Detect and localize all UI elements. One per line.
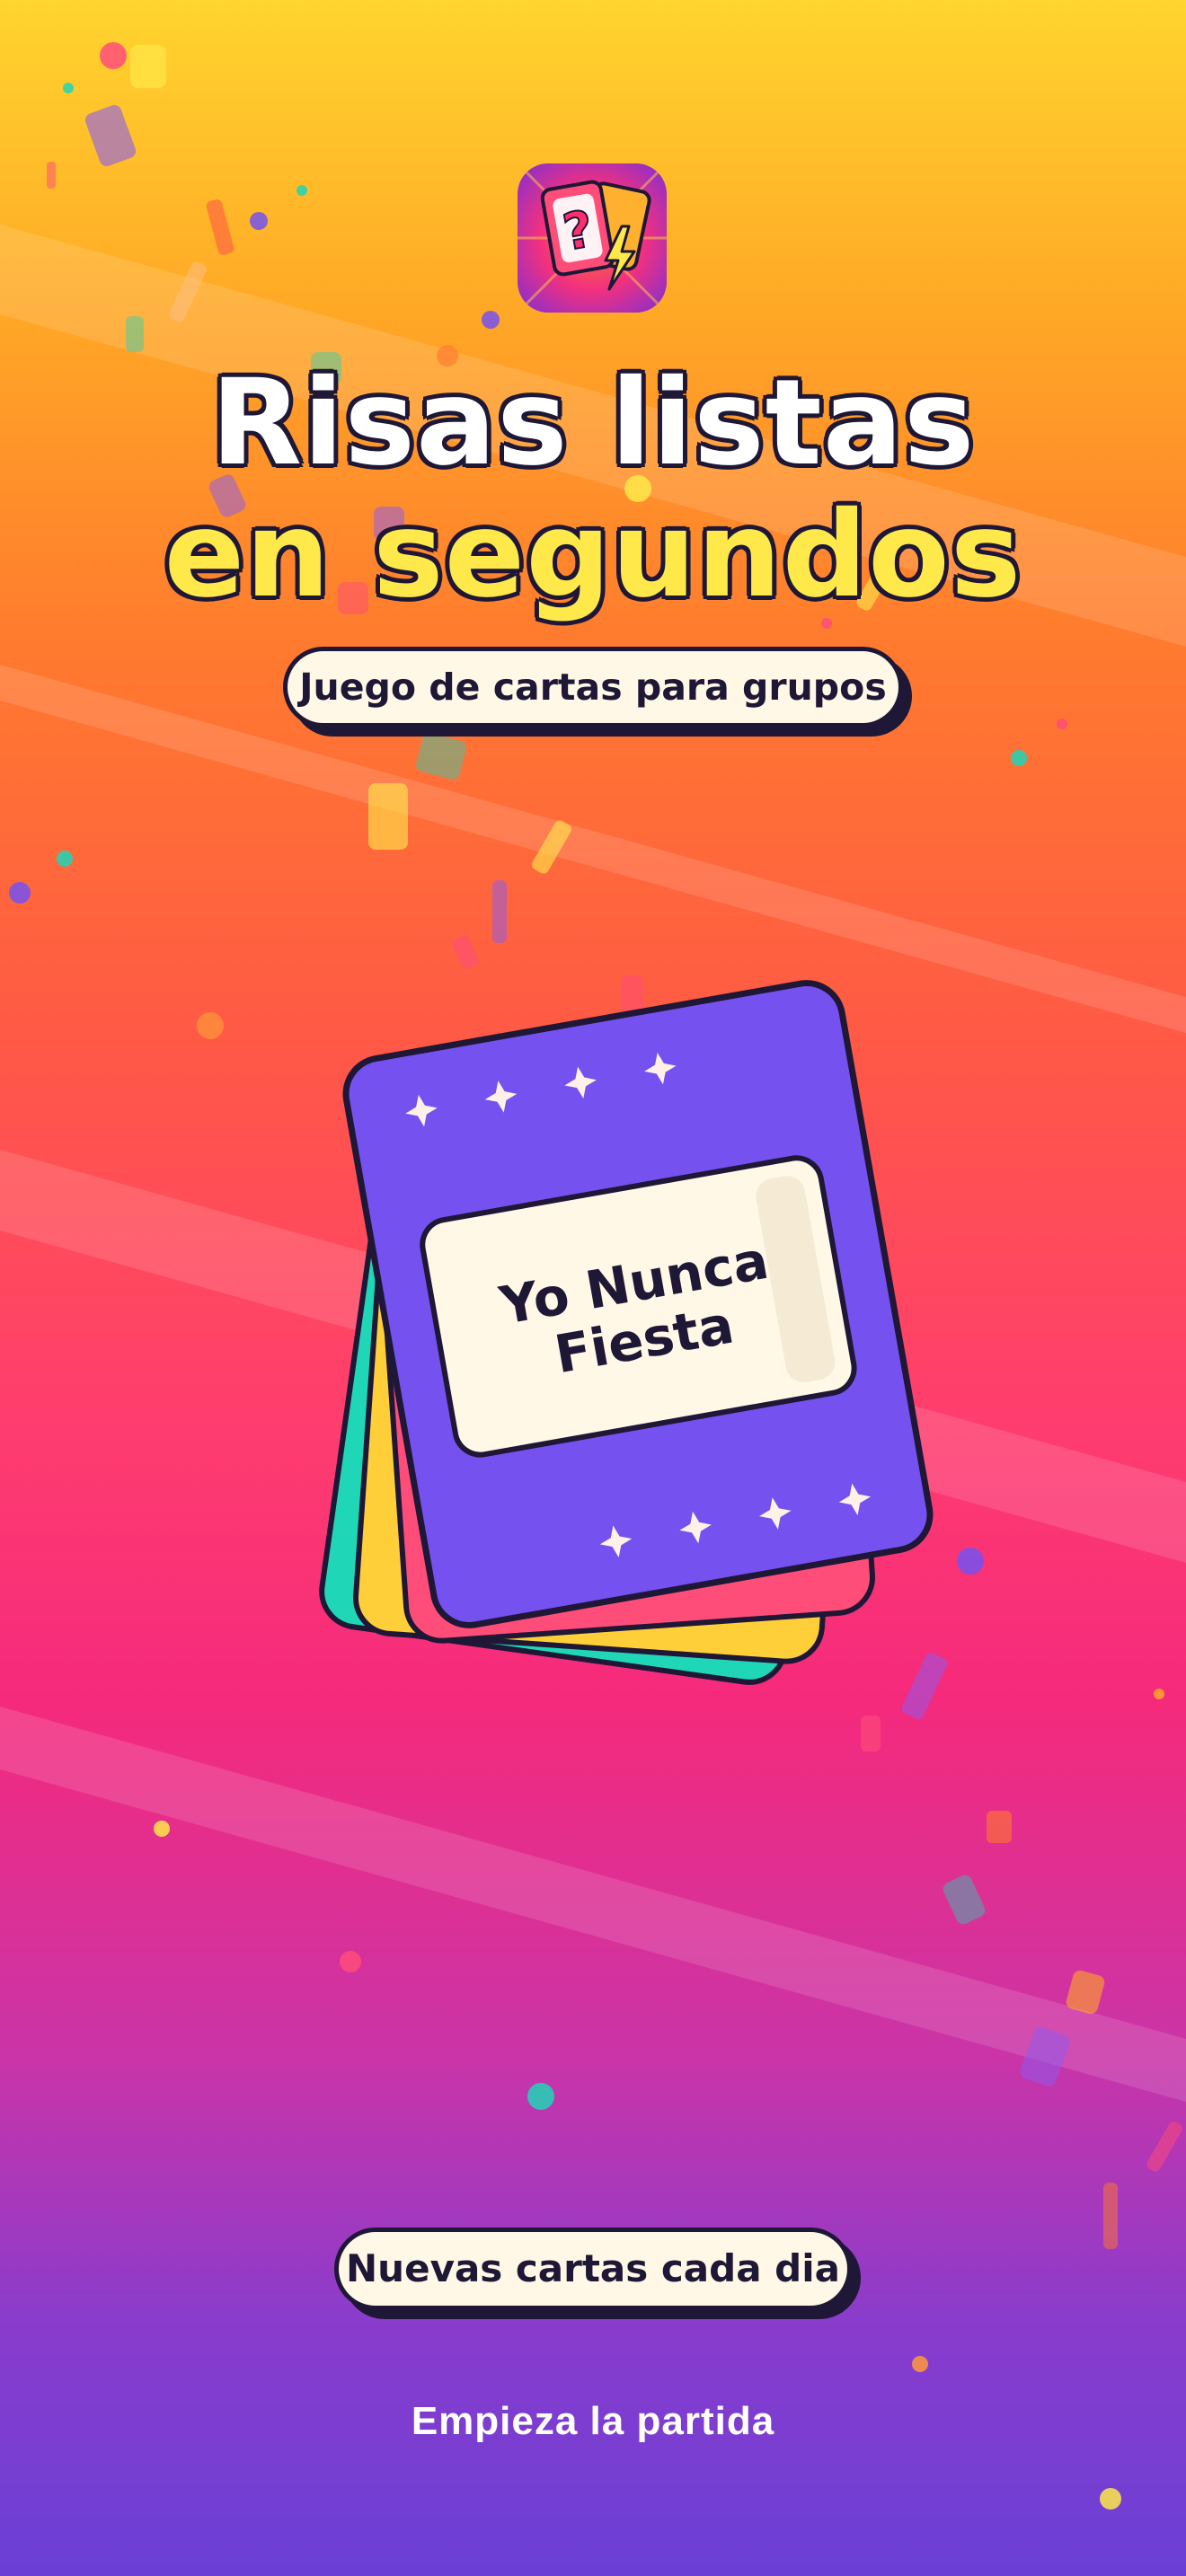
card-front[interactable]: Yo Nunca Fiesta xyxy=(341,977,936,1631)
app-icon: ? xyxy=(518,163,667,313)
start-game-button[interactable]: Empieza la partida xyxy=(0,2398,1186,2445)
headline-line-1: Risas listas xyxy=(210,354,976,492)
subtitle-pill: Juego de cartas para grupos xyxy=(283,647,903,728)
headline-line-2: en segundos xyxy=(164,486,1022,624)
new-cards-pill: Nuevas cartas cada dia xyxy=(334,2228,852,2310)
question-card-lightning-icon: ? xyxy=(518,163,667,313)
card-deck[interactable]: Yo Nunca Fiesta xyxy=(296,970,943,1707)
